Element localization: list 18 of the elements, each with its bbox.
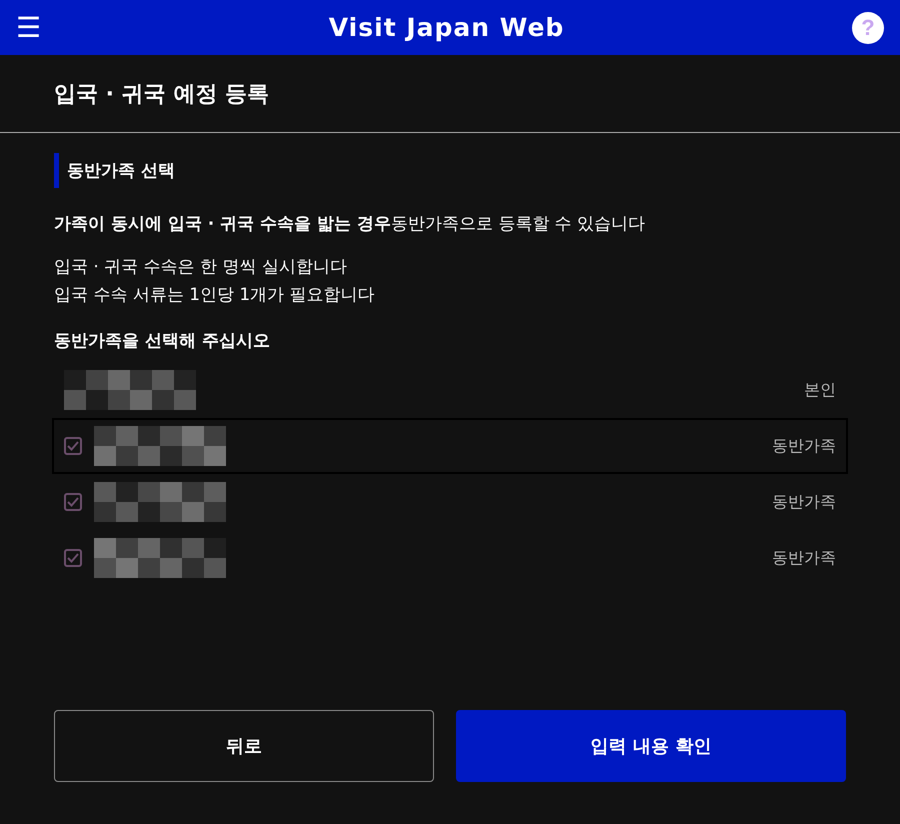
- role-label: 본인: [804, 380, 836, 400]
- back-button[interactable]: 뒤로: [54, 710, 434, 782]
- app-title: Visit Japan Web: [328, 13, 564, 42]
- section-title: 동반가족 선택: [54, 153, 846, 188]
- checkbox[interactable]: [64, 437, 82, 455]
- role-label: 동반가족: [772, 492, 836, 512]
- prompt-text: 동반가족을 선택해 주십시오: [54, 330, 271, 352]
- role-label: 동반가족: [772, 436, 836, 456]
- note-text: 입국 · 귀국 수속은 한 명씩 실시합니다: [54, 256, 348, 279]
- note-text: 입국 수속 서류는 1인당 1개가 필요합니다: [54, 284, 376, 307]
- checkbox[interactable]: [64, 549, 82, 567]
- checkbox[interactable]: [64, 493, 82, 511]
- intro-text: 가족이 동시에 입국 · 귀국 수속을 밟는 경우동반가족으로 등록할 수 있습니다: [54, 213, 646, 235]
- page-title: 입국 · 귀국 예정 등록: [54, 80, 269, 108]
- menu-button[interactable]: ☰: [16, 14, 42, 42]
- member-row[interactable]: 동반가족: [52, 418, 848, 474]
- confirm-button[interactable]: 입력 내용 확인: [456, 710, 846, 782]
- role-label: 동반가족: [772, 548, 836, 568]
